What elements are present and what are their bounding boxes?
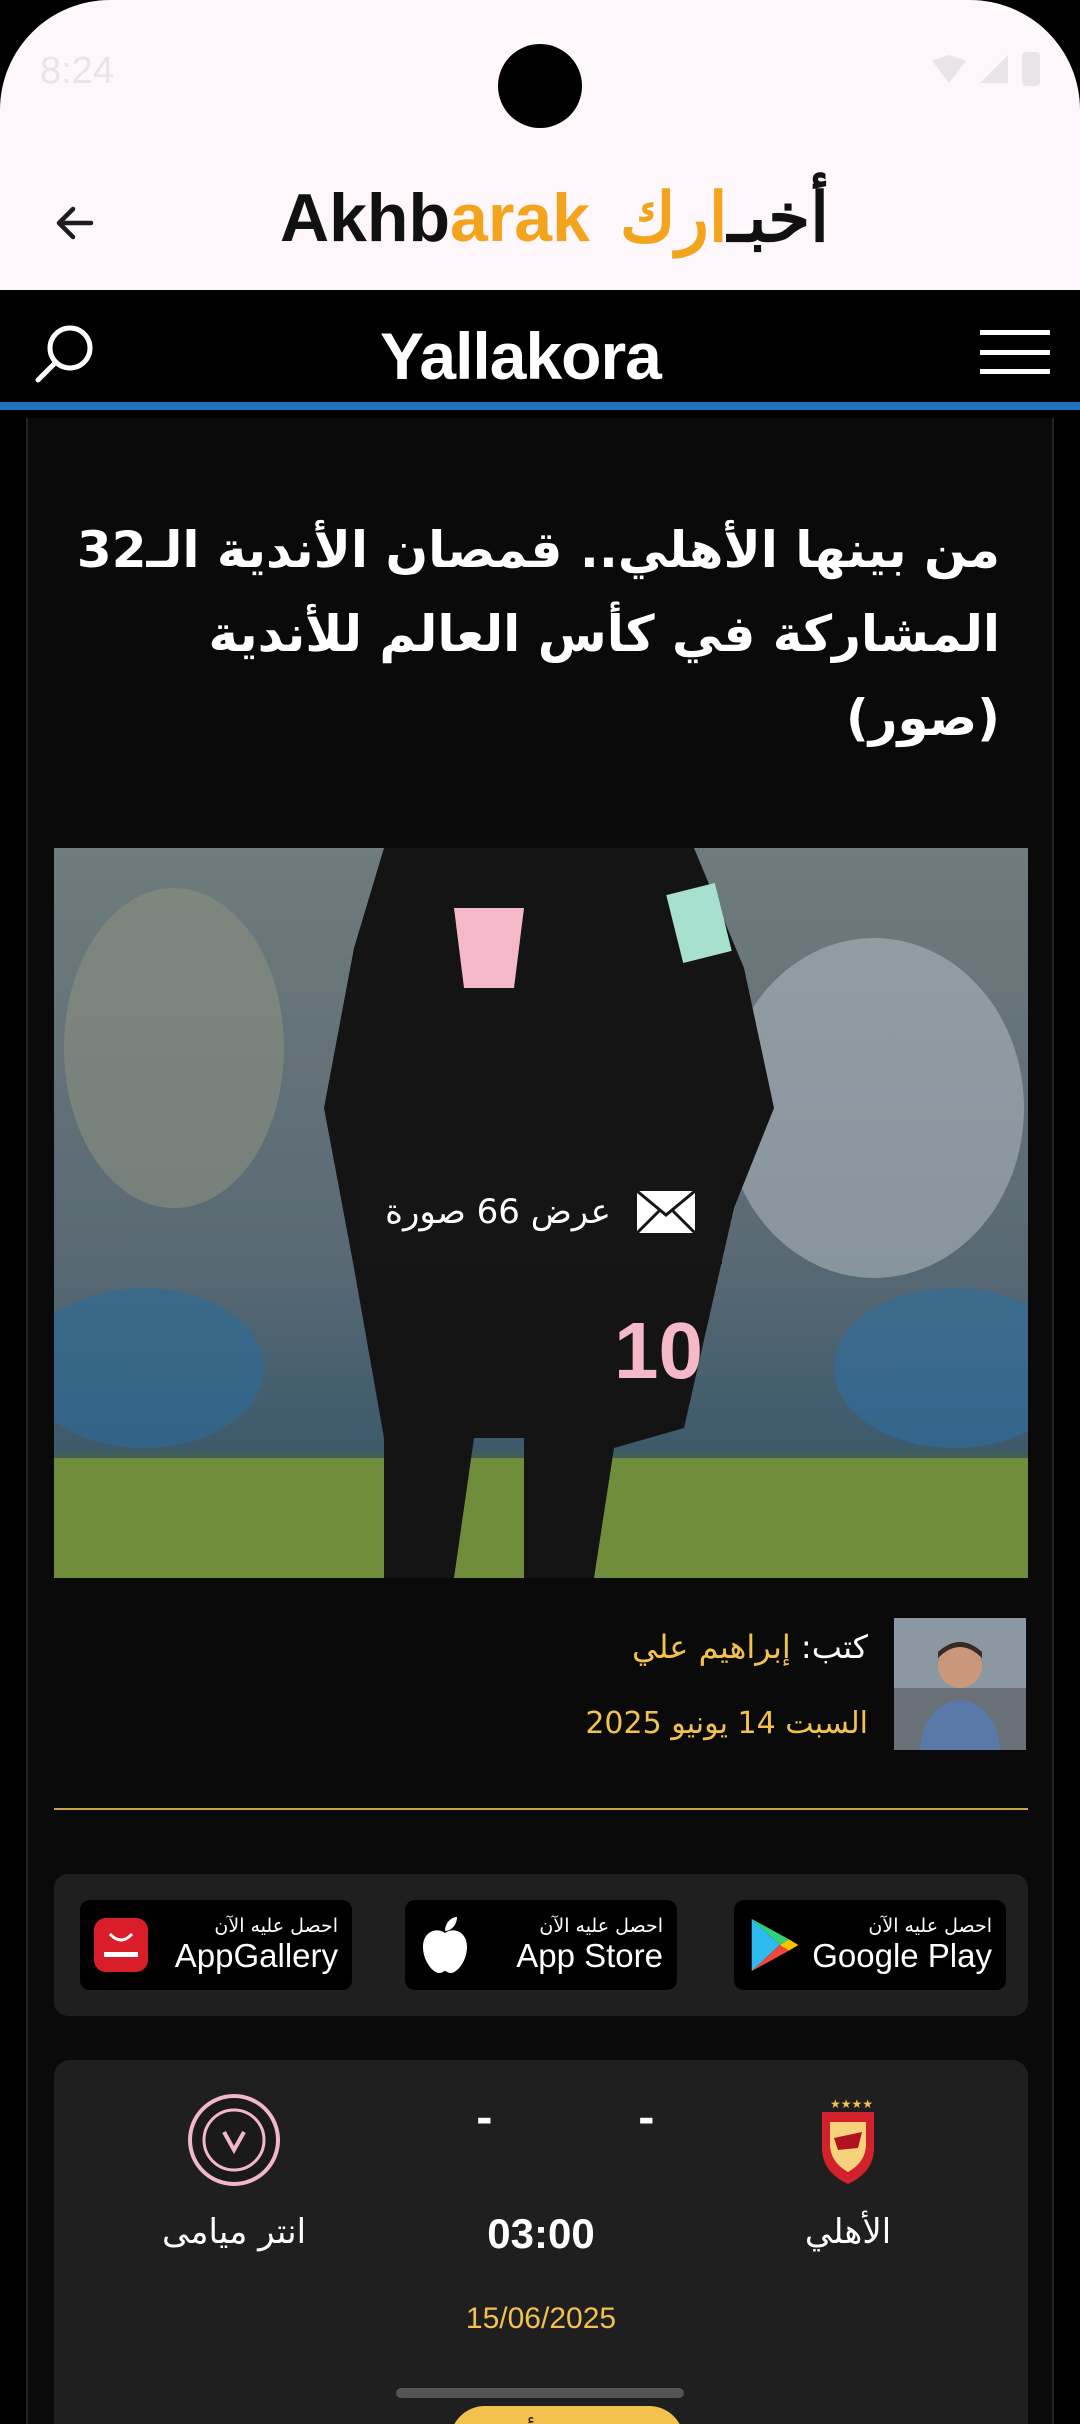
appgallery-badge[interactable]: احصل عليه الآن AppGallery (80, 1900, 352, 1990)
match-date: 15/06/2025 (465, 2302, 617, 2335)
match-card[interactable]: ★★★★ الأهلي - - انتر ميامى 03:00 15/06/2… (54, 2060, 1028, 2424)
divider (54, 1808, 1028, 1810)
app-bar: Akhb arak ارك أخبـ (0, 150, 1080, 290)
akhbarak-logo: Akhb arak ارك أخبـ (280, 168, 829, 268)
app-store-badge[interactable]: احصل عليه الآن App Store (405, 1900, 677, 1990)
phone-screen: 8:24 Akhb arak ارك أخبـ Yallakora من بين… (0, 0, 1080, 2424)
back-button[interactable] (40, 188, 110, 258)
logo-arabic-dark: أخبـ (727, 179, 830, 256)
store-name: Google Play (812, 1937, 992, 1974)
match-status-badge: لم تبدأ (450, 2406, 684, 2424)
gesture-home-indicator[interactable] (396, 2388, 684, 2398)
author-avatar[interactable] (894, 1618, 1026, 1750)
search-icon (35, 325, 93, 383)
logo-latin-accent: arak (450, 180, 590, 256)
svg-text:★★★★: ★★★★ (830, 2097, 873, 2111)
article-date: السبت 14 يونيو 2025 (585, 1706, 868, 1741)
menu-bar (980, 369, 1050, 374)
view-photos-label: عرض 66 صورة (385, 1192, 611, 1232)
view-photos-button[interactable]: عرض 66 صورة (360, 1160, 722, 1264)
arrow-left-icon (56, 206, 94, 240)
store-small-label: احصل عليه الآن (214, 1915, 338, 1937)
article-headline: من بينها الأهلي.. قمصان الأندية الـ32 ال… (76, 521, 1000, 747)
home-score: - (638, 2096, 655, 2142)
store-name: App Store (516, 1937, 663, 1974)
status-time: 8:24 (40, 50, 114, 92)
inter-miami-crest (186, 2092, 282, 2188)
webview: Yallakora من بينها الأهلي.. قمصان الأندي… (0, 290, 1080, 2424)
status-icons (932, 52, 1040, 86)
menu-button[interactable] (980, 330, 1050, 374)
menu-bar (980, 349, 1050, 355)
app-store-badges: احصل عليه الآن Google Play احصل عليه الآ… (54, 1874, 1028, 2016)
author-photo (894, 1618, 1026, 1750)
author-prefix: كتب: (800, 1628, 868, 1666)
article-photo[interactable]: 10 عرض 66 صورة (54, 848, 1028, 1578)
google-play-badge[interactable]: احصل عليه الآن Google Play (734, 1900, 1006, 1990)
envelope-icon (635, 1189, 696, 1235)
author-line: كتب: إبراهيم علي (632, 1628, 868, 1666)
article-container: من بينها الأهلي.. قمصان الأندية الـ32 ال… (26, 418, 1054, 2424)
camera-cutout (498, 44, 582, 128)
status-bar: 8:24 (0, 0, 1080, 150)
yallakora-logo[interactable]: Yallakora (380, 318, 662, 394)
match-time: 03:00 (487, 2210, 595, 2257)
store-name: AppGallery (174, 1937, 338, 1974)
author-block: كتب: إبراهيم علي السبت 14 يونيو 2025 (52, 1618, 1026, 1758)
wifi-icon (932, 55, 966, 83)
huawei-icon (94, 1918, 148, 1972)
menu-bar (980, 330, 1050, 335)
site-header: Yallakora (0, 290, 1080, 410)
signal-icon (980, 55, 1008, 83)
apple-icon (423, 1917, 467, 1973)
svg-text:10: 10 (614, 1306, 703, 1395)
search-button[interactable] (30, 320, 100, 390)
google-play-icon (751, 1918, 799, 1972)
al-ahly-crest: ★★★★ (800, 2092, 896, 2188)
author-name[interactable]: إبراهيم علي (632, 1628, 791, 1666)
logo-latin-dark: Akhb (280, 180, 450, 256)
away-score: - (476, 2096, 493, 2142)
logo-arabic-accent: ارك (619, 179, 728, 256)
battery-icon (1022, 52, 1040, 86)
store-small-label: احصل عليه الآن (539, 1915, 663, 1937)
store-small-label: احصل عليه الآن (868, 1915, 992, 1937)
